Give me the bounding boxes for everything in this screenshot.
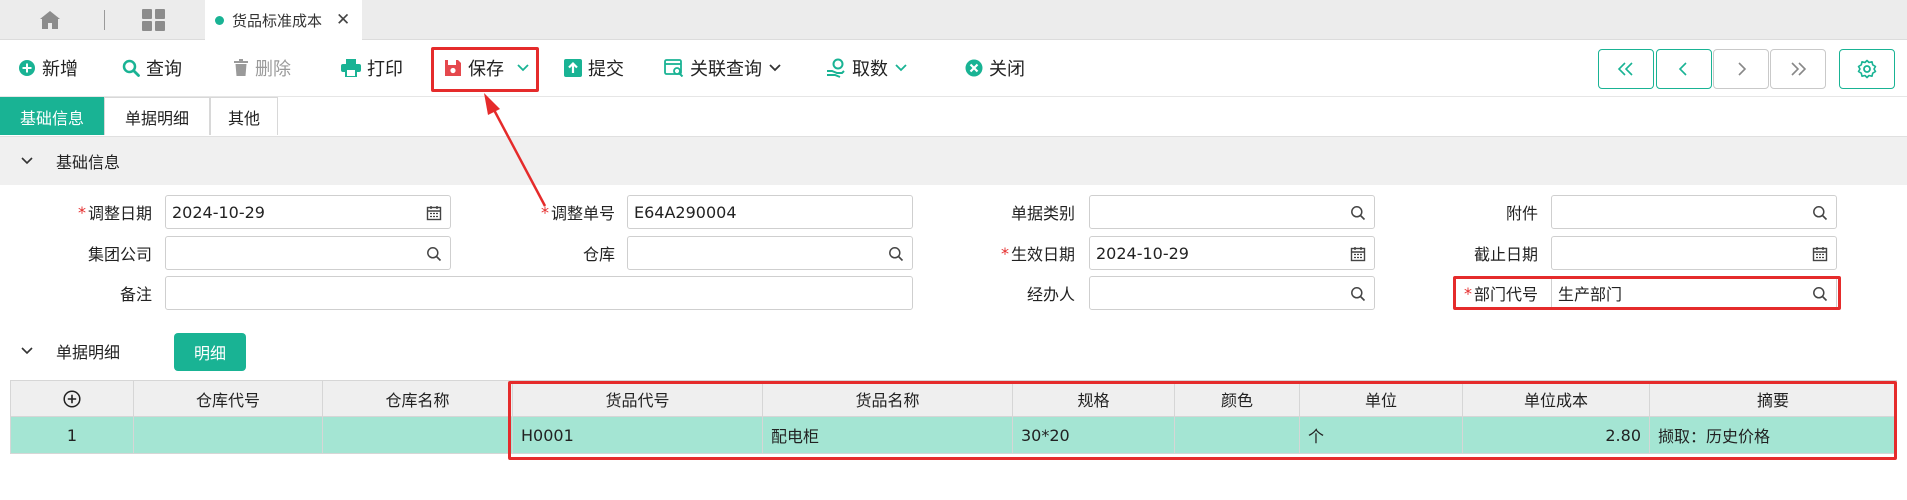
adjust-date-label: * 调整日期 <box>77 202 152 224</box>
adjust-no-label: * 调整单号 <box>540 202 615 224</box>
save-highlight-box <box>431 47 539 92</box>
group-company-field[interactable] <box>165 236 451 270</box>
tab-detail[interactable]: 单据明细 <box>104 97 210 135</box>
row-index: 1 <box>10 417 134 453</box>
header-warehouse-code[interactable]: 仓库代号 <box>134 381 323 416</box>
prev-record-button[interactable] <box>1656 49 1712 89</box>
gear-icon <box>1857 59 1877 79</box>
handler-field[interactable] <box>1089 276 1375 310</box>
home-icon[interactable] <box>38 9 62 31</box>
double-chevron-right-icon <box>1791 62 1807 76</box>
settings-button[interactable] <box>1839 49 1895 89</box>
effective-date-label: * 生效日期 <box>1000 243 1075 265</box>
remark-label: 备注 <box>119 285 152 304</box>
delete-label: 删除 <box>255 59 291 80</box>
adjust-date-field[interactable]: 2024-10-29 <box>165 195 451 229</box>
basic-info-title: 基础信息 <box>56 153 121 172</box>
close-label: 关闭 <box>989 59 1025 80</box>
upload-icon <box>564 59 582 77</box>
close-button[interactable]: 关闭 <box>965 50 1025 86</box>
related-query-label: 关联查询 <box>690 59 762 80</box>
close-circle-icon <box>965 59 983 77</box>
plus-circle-icon <box>19 60 35 76</box>
tab-standard-cost[interactable]: 货品标准成本 ✕ <box>205 0 363 40</box>
apps-grid-icon[interactable] <box>142 9 166 31</box>
related-query-button[interactable]: 关联查询 <box>664 50 782 86</box>
tab-label: 货品标准成本 <box>232 11 323 30</box>
add-button[interactable]: 新增 <box>18 50 78 86</box>
chevron-left-icon <box>1678 62 1687 76</box>
print-label: 打印 <box>367 59 403 80</box>
tab-bar: 货品标准成本 ✕ <box>0 0 1907 40</box>
query-button[interactable]: 查询 <box>122 50 182 86</box>
trash-icon <box>234 59 248 76</box>
fetch-button[interactable]: 取数 <box>826 50 908 86</box>
search-icon[interactable] <box>1350 205 1366 221</box>
window-search-icon <box>664 59 684 77</box>
cell-warehouse-name[interactable] <box>323 417 513 453</box>
group-company-label: 集团公司 <box>87 245 152 264</box>
print-button[interactable]: 打印 <box>341 50 403 86</box>
doc-type-field[interactable] <box>1089 195 1375 229</box>
search-icon[interactable] <box>888 246 904 262</box>
table-highlight-box <box>508 381 1897 460</box>
submit-button[interactable]: 提交 <box>564 50 624 86</box>
chevron-down-icon <box>21 347 33 355</box>
tab-separator <box>104 10 105 30</box>
doc-type-label: 单据类别 <box>1010 204 1075 223</box>
calendar-icon[interactable] <box>1350 246 1366 262</box>
last-record-button[interactable] <box>1770 49 1826 89</box>
query-label: 查询 <box>146 59 182 80</box>
calendar-icon[interactable] <box>1812 246 1828 262</box>
submit-label: 提交 <box>588 59 624 80</box>
chevron-down-icon <box>21 157 33 165</box>
warehouse-field[interactable] <box>627 236 913 270</box>
detail-title: 单据明细 <box>56 343 121 362</box>
active-dot-icon <box>215 15 224 25</box>
chevron-down-icon <box>895 64 907 72</box>
dept-code-highlight-box <box>1453 276 1841 310</box>
warehouse-label: 仓库 <box>582 245 615 264</box>
attachment-label: 附件 <box>1505 204 1538 223</box>
header-warehouse-name[interactable]: 仓库名称 <box>323 381 513 416</box>
search-icon[interactable] <box>426 246 442 262</box>
detail-header[interactable]: 单据明细 <box>0 327 1907 375</box>
delete-button[interactable]: 删除 <box>233 50 291 86</box>
tab-other[interactable]: 其他 <box>210 97 278 135</box>
handler-label: 经办人 <box>1026 285 1075 304</box>
close-tab-icon[interactable]: ✕ <box>336 10 350 30</box>
calendar-icon[interactable] <box>426 205 442 221</box>
cell-warehouse-code[interactable] <box>134 417 323 453</box>
section-tabs: 基础信息 单据明细 其他 <box>0 97 1907 137</box>
add-label: 新增 <box>42 59 78 80</box>
add-row-icon[interactable] <box>10 381 134 416</box>
search-icon <box>122 59 140 77</box>
hand-coin-icon <box>827 58 845 78</box>
search-icon[interactable] <box>1812 205 1828 221</box>
detail-button[interactable]: 明细 <box>174 333 246 371</box>
remark-field[interactable] <box>165 276 913 310</box>
chevron-right-icon <box>1738 62 1747 76</box>
printer-icon <box>341 59 361 77</box>
adjust-no-field[interactable]: E64A290004 <box>627 195 913 229</box>
double-chevron-left-icon <box>1617 62 1633 76</box>
tab-basic-info[interactable]: 基础信息 <box>0 97 104 135</box>
end-date-field[interactable] <box>1551 236 1837 270</box>
basic-info-header[interactable]: 基础信息 <box>0 137 1907 185</box>
chevron-down-icon <box>769 64 781 72</box>
attachment-field[interactable] <box>1551 195 1837 229</box>
next-record-button[interactable] <box>1713 49 1769 89</box>
search-icon[interactable] <box>1350 286 1366 302</box>
fetch-label: 取数 <box>852 59 888 80</box>
effective-date-field[interactable]: 2024-10-29 <box>1089 236 1375 270</box>
end-date-label: 截止日期 <box>1473 245 1538 264</box>
first-record-button[interactable] <box>1598 49 1654 89</box>
